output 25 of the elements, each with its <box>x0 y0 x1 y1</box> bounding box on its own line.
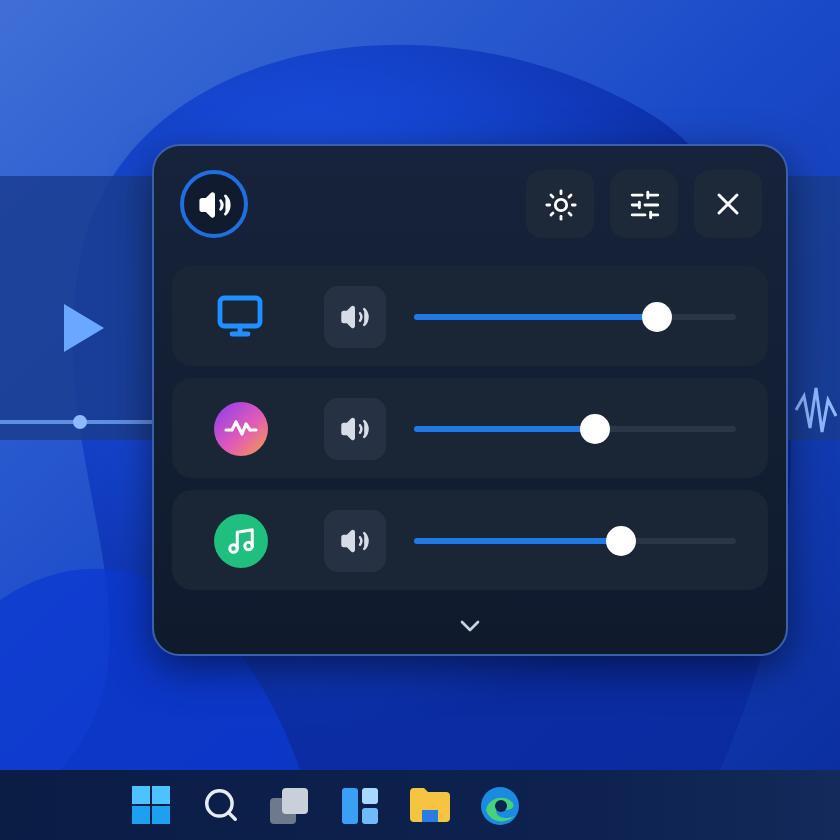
speaker-icon <box>340 413 370 443</box>
monitor-icon <box>216 292 264 340</box>
volume-slider[interactable] <box>414 301 736 331</box>
sliders-icon <box>627 187 661 221</box>
mute-button[interactable] <box>324 509 386 571</box>
speaker-button[interactable] <box>180 170 248 238</box>
volume-slider[interactable] <box>414 413 736 443</box>
speaker-icon <box>197 187 231 221</box>
slider-thumb[interactable] <box>580 413 611 443</box>
speaker-icon <box>340 525 370 555</box>
windows-logo-icon[interactable] <box>126 781 174 829</box>
browser-icon[interactable] <box>476 781 524 829</box>
waveform-app-icon <box>213 401 267 455</box>
sun-icon <box>543 187 577 221</box>
close-button[interactable] <box>694 170 762 238</box>
volume-slider[interactable] <box>414 525 736 555</box>
sliders-button[interactable] <box>610 170 678 238</box>
mute-button[interactable] <box>324 285 386 347</box>
slider-thumb[interactable] <box>606 525 637 555</box>
music-note-icon <box>213 513 267 567</box>
mute-button[interactable] <box>324 397 386 459</box>
slider-thumb[interactable] <box>641 301 672 331</box>
speaker-icon <box>340 301 370 331</box>
brightness-button[interactable] <box>526 170 594 238</box>
play-icon <box>64 304 104 352</box>
